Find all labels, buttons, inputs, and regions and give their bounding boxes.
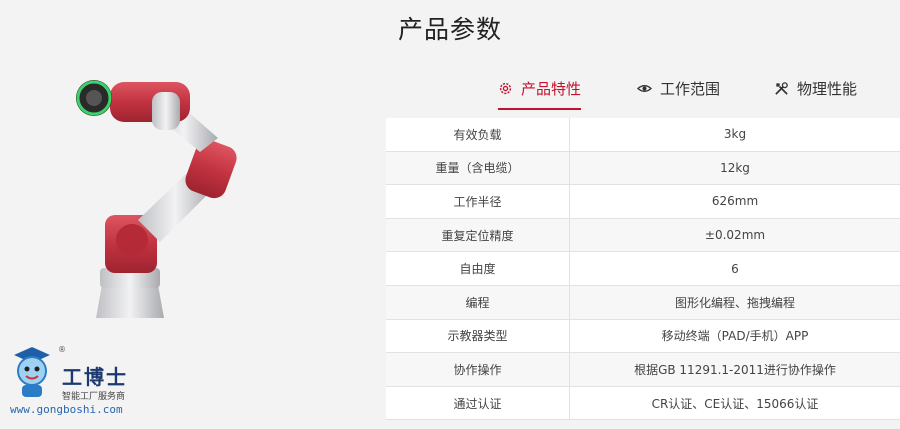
brand-slogan: 智能工厂服务商 [62, 392, 126, 402]
table-row: 重量（含电缆） 12kg [386, 151, 900, 186]
spec-name: 示教器类型 [386, 319, 570, 354]
table-row: 通过认证 CR认证、CE认证、15066认证 [386, 386, 900, 421]
table-row: 编程 图形化编程、拖拽编程 [386, 285, 900, 320]
spec-name: 协作操作 [386, 352, 570, 387]
spec-value: 3kg [569, 118, 900, 152]
mascot-icon [14, 347, 50, 397]
tab-label: 物理性能 [797, 79, 858, 98]
table-row: 工作半径 626mm [386, 184, 900, 219]
spec-name: 重复定位精度 [386, 218, 570, 253]
tab-physical-properties[interactable]: 物理性能 [774, 72, 857, 104]
tab-work-range[interactable]: 工作范围 [637, 72, 720, 104]
spec-value: ±0.02mm [569, 218, 900, 253]
gear-icon [499, 82, 512, 94]
spec-name: 自由度 [386, 251, 570, 286]
spec-name: 通过认证 [386, 386, 570, 421]
spec-value: 根据GB 11291.1-2011进行协作操作 [569, 352, 900, 387]
spec-name: 编程 [386, 285, 570, 320]
tools-icon [775, 81, 788, 95]
table-row: 自由度 6 [386, 251, 900, 286]
page-title: 产品参数 [397, 15, 502, 44]
spec-name: 有效负载 [386, 118, 570, 152]
brand-url: www.gongboshi.com [10, 403, 123, 416]
table-row: 重复定位精度 ±0.02mm [386, 218, 900, 253]
gongboshi-logo: ® 工博士 智能工厂服务商 www.gongboshi.com [6, 345, 196, 425]
spec-value: 6 [569, 251, 900, 286]
spec-tabs: 产品特性 工作范围 物理性能 [386, 72, 900, 110]
table-row: 示教器类型 移动终端（PAD/手机）APP [386, 319, 900, 354]
spec-value: 626mm [569, 184, 900, 219]
spec-name: 工作半径 [386, 184, 570, 219]
brand-name: 工博士 [62, 365, 128, 389]
registered-mark: ® [58, 345, 66, 354]
eye-icon [637, 84, 652, 92]
robot-arm-image [76, 80, 237, 318]
spec-name: 重量（含电缆） [386, 151, 570, 186]
tab-product-features[interactable]: 产品特性 [498, 72, 582, 110]
spec-table: 有效负载 3kg 重量（含电缆） 12kg 工作半径 626mm 重复定位精度 … [386, 118, 900, 421]
spec-value: 12kg [569, 151, 900, 186]
table-row: 有效负载 3kg [386, 118, 900, 152]
spec-value: CR认证、CE认证、15066认证 [569, 386, 900, 421]
spec-value: 移动终端（PAD/手机）APP [569, 319, 900, 354]
table-row: 协作操作 根据GB 11291.1-2011进行协作操作 [386, 352, 900, 387]
spec-value: 图形化编程、拖拽编程 [569, 285, 900, 320]
tab-label: 工作范围 [660, 79, 721, 98]
tab-label: 产品特性 [521, 79, 582, 98]
